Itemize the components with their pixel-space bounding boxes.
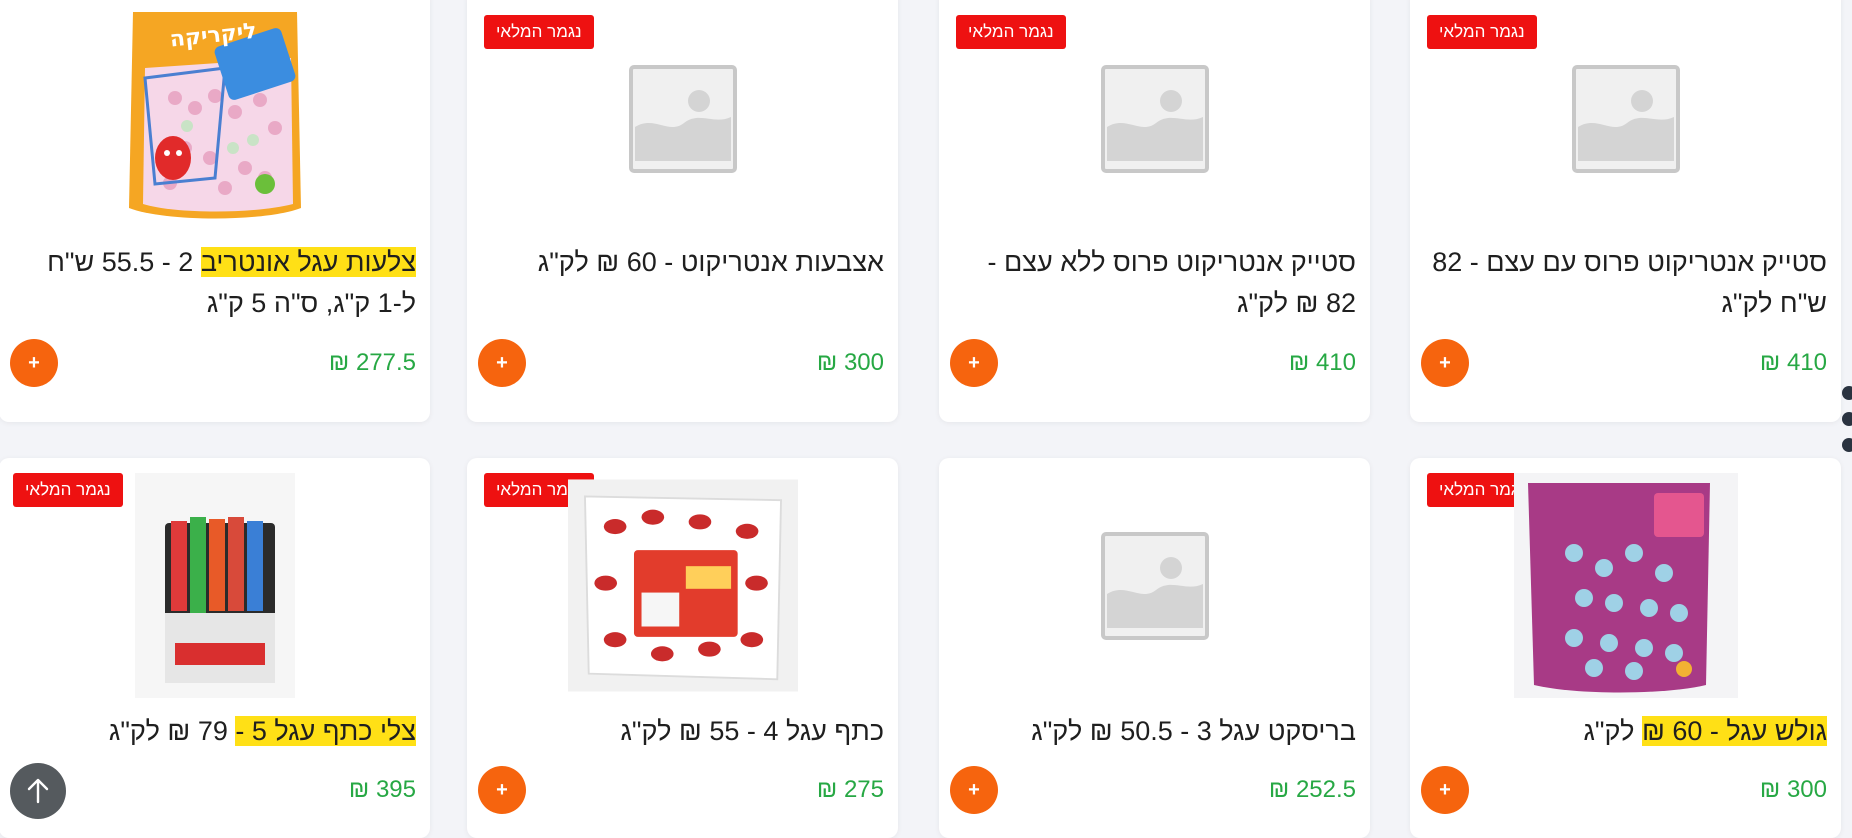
plus-icon: + xyxy=(496,351,508,374)
plus-icon: + xyxy=(28,351,40,374)
image-placeholder-icon xyxy=(628,65,737,173)
side-navigation-dots[interactable] xyxy=(1842,386,1852,464)
plus-icon: + xyxy=(968,778,980,801)
out-of-stock-badge: נגמר המלאי xyxy=(1427,15,1537,49)
product-price: 277.5 ₪ xyxy=(328,349,416,376)
product-title[interactable]: כתף עגל 4 - 55 ₪ לק"ג xyxy=(481,711,884,752)
product-card[interactable]: נגמר המלאי סטייק אנטריקוט פרוס עם עצם - … xyxy=(1410,0,1841,422)
candy-bag-image xyxy=(567,479,798,692)
out-of-stock-badge: נגמר המלאי xyxy=(484,15,594,49)
product-title[interactable]: צלי כתף עגל 5 - 79 ₪ לק"ג xyxy=(13,711,416,752)
product-card[interactable]: בריסקט עגל 3 - 50.5 ₪ לק"ג 252.5 ₪ + xyxy=(939,458,1370,838)
add-to-cart-button[interactable]: + xyxy=(1421,339,1469,387)
plus-icon: + xyxy=(1439,778,1451,801)
product-price: 252.5 ₪ xyxy=(1268,776,1356,803)
product-image-placeholder[interactable] xyxy=(1040,473,1270,698)
product-price: 300 ₪ xyxy=(1759,776,1827,803)
add-to-cart-button[interactable]: + xyxy=(478,766,526,814)
plus-icon: + xyxy=(968,351,980,374)
product-title[interactable]: גולש עגל - 60 ₪ לק"ג xyxy=(1424,711,1827,752)
nav-dot[interactable] xyxy=(1842,438,1852,452)
product-price: 395 ₪ xyxy=(348,776,416,803)
product-title[interactable]: סטייק אנטריקוט פרוס ללא עצם - 82 ₪ לק"ג xyxy=(953,242,1356,324)
product-price: 410 ₪ xyxy=(1288,349,1356,376)
image-placeholder-icon xyxy=(1100,65,1209,173)
product-price: 300 ₪ xyxy=(816,349,884,376)
product-card[interactable]: ליקריקה צלעות עגל אונטריב 2 - 55.5 ש"ח ל… xyxy=(0,0,430,422)
product-price: 410 ₪ xyxy=(1759,349,1827,376)
image-placeholder-icon xyxy=(1100,531,1209,640)
out-of-stock-badge: נגמר המלאי xyxy=(956,15,1066,49)
product-image[interactable] xyxy=(567,473,798,698)
nav-dot[interactable] xyxy=(1842,386,1852,400)
candy-sticks-box-image xyxy=(134,473,295,698)
product-card[interactable]: נגמר המלאי גולש עגל - 60 ₪ לק"ג 300 ₪ + xyxy=(1410,458,1841,838)
plus-icon: + xyxy=(496,778,508,801)
candy-bag-image xyxy=(1513,473,1738,698)
add-to-cart-button[interactable]: + xyxy=(478,339,526,387)
product-image-placeholder[interactable] xyxy=(1526,14,1726,224)
product-image-placeholder[interactable] xyxy=(1055,14,1255,224)
product-title[interactable]: סטייק אנטריקוט פרוס עם עצם - 82 ש"ח לק"ג xyxy=(1424,242,1827,324)
product-image[interactable] xyxy=(1511,473,1741,698)
product-card[interactable]: נגמר המלאי כתף עגל 4 - 55 ₪ לק"ג 275 ₪ + xyxy=(467,458,898,838)
product-image[interactable] xyxy=(100,473,330,698)
arrow-up-icon xyxy=(27,778,49,804)
image-placeholder-icon xyxy=(1571,65,1680,173)
nav-dot[interactable] xyxy=(1842,412,1852,426)
add-to-cart-button[interactable]: + xyxy=(1421,766,1469,814)
product-price: 275 ₪ xyxy=(816,776,884,803)
product-title[interactable]: בריסקט עגל 3 - 50.5 ₪ לק"ג xyxy=(953,711,1356,752)
product-title[interactable]: צלעות עגל אונטריב 2 - 55.5 ש"ח ל-1 ק"ג, … xyxy=(13,242,416,324)
product-card[interactable]: נגמר המלאי אצבעות אנטריקוט - 60 ₪ לק"ג 3… xyxy=(467,0,898,422)
product-title[interactable]: אצבעות אנטריקוט - 60 ₪ לק"ג xyxy=(481,242,884,283)
plus-icon: + xyxy=(1439,351,1451,374)
product-image-placeholder[interactable] xyxy=(583,14,783,224)
product-card[interactable]: נגמר המלאי סטייק אנטריקוט פרוס ללא עצם -… xyxy=(939,0,1370,422)
add-to-cart-button[interactable]: + xyxy=(950,766,998,814)
product-image[interactable]: ליקריקה xyxy=(115,12,315,224)
add-to-cart-button[interactable]: + xyxy=(10,339,58,387)
scroll-to-top-button[interactable] xyxy=(10,763,66,819)
candy-bag-image: ליקריקה xyxy=(128,12,301,219)
add-to-cart-button[interactable]: + xyxy=(950,339,998,387)
